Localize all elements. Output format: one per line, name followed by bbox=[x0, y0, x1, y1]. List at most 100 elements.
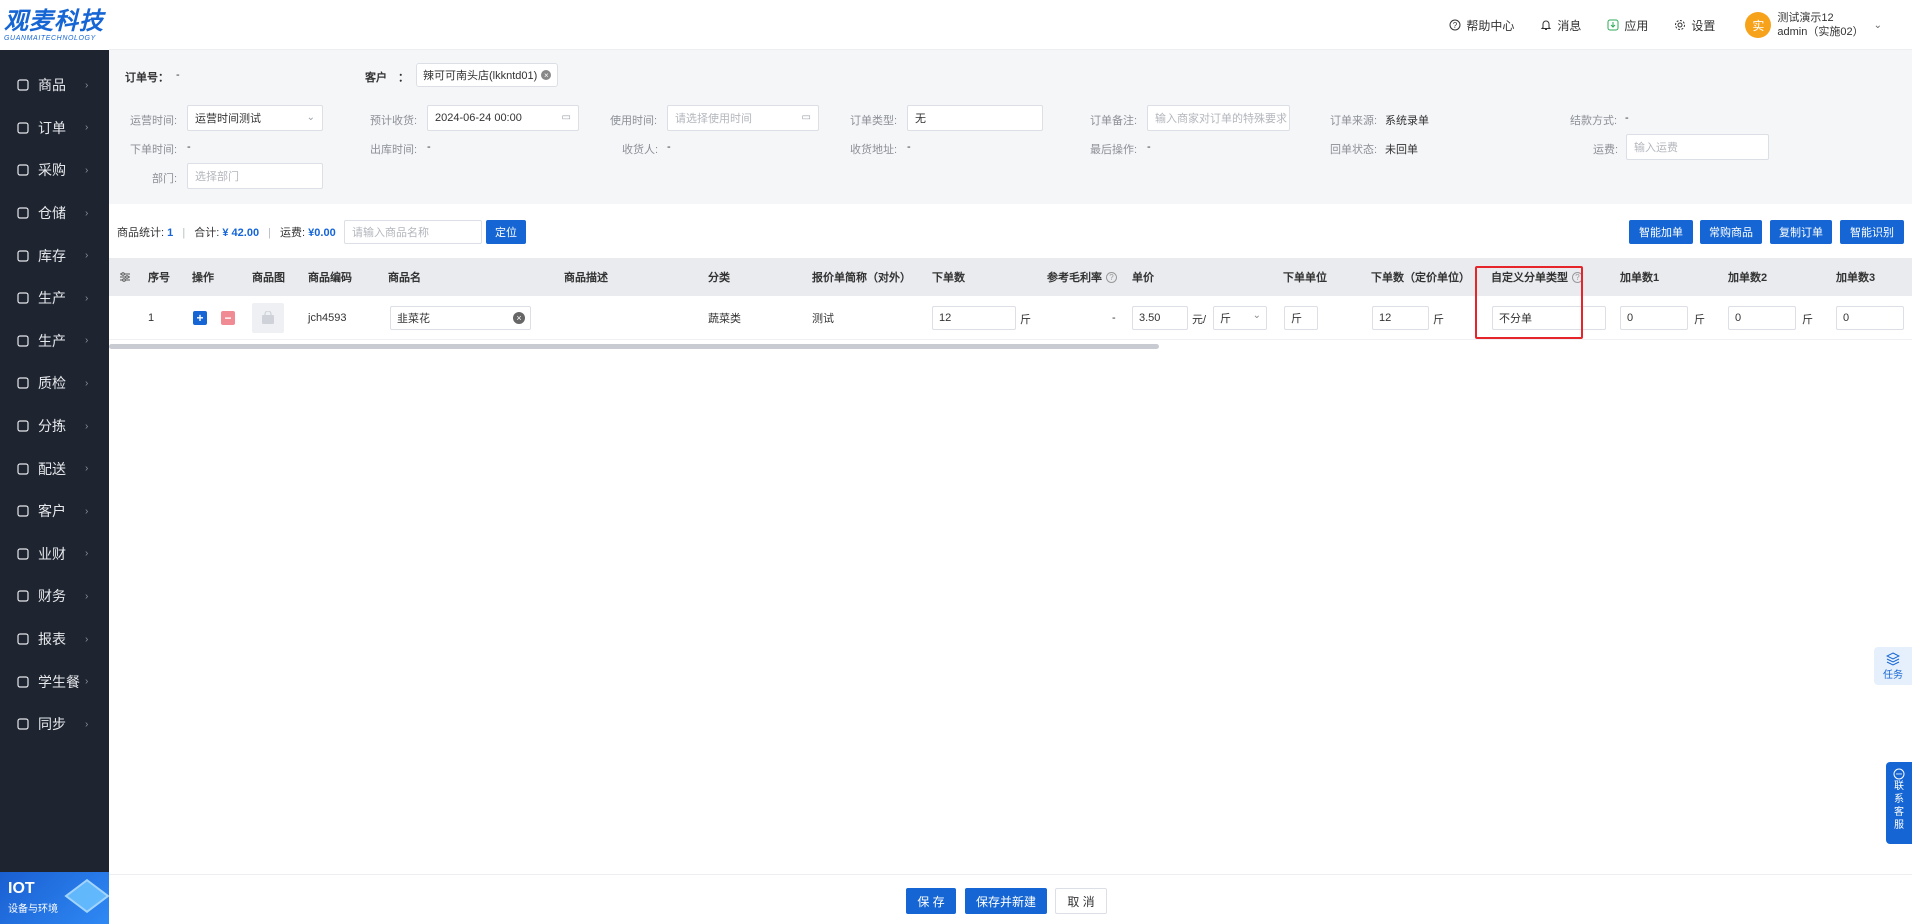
sidebar-item-3[interactable]: 仓储 › bbox=[0, 192, 109, 235]
svg-text:?: ? bbox=[1453, 21, 1458, 30]
sidebar-item-8[interactable]: 分拣 › bbox=[0, 405, 109, 448]
qty-pricing-input[interactable]: 12 bbox=[1372, 306, 1429, 330]
product-name-input[interactable]: 韭菜花 × bbox=[390, 306, 531, 330]
settings-button[interactable]: 设置 bbox=[1674, 17, 1715, 34]
user-name: 测试演示12 bbox=[1777, 12, 1834, 24]
dept-select[interactable]: 选择部门 bbox=[187, 163, 323, 189]
sidebar-item-label: 配送 bbox=[38, 460, 66, 477]
add1-input[interactable]: 0 bbox=[1620, 306, 1688, 330]
brand-logo[interactable]: 观麦科技 GUANMAITECHNOLOGY bbox=[0, 0, 109, 50]
factory-icon bbox=[16, 291, 30, 305]
copy-order-button[interactable]: 复制订单 bbox=[1770, 220, 1832, 244]
add3-input[interactable]: 0 bbox=[1836, 306, 1904, 330]
op-time-label: 运营时间: bbox=[130, 115, 178, 127]
sidebar-item-6[interactable]: 生产 › bbox=[0, 320, 109, 363]
sidebar-item-2[interactable]: 采购 › bbox=[0, 149, 109, 192]
column-settings-icon[interactable] bbox=[119, 258, 131, 296]
chevron-right-icon: › bbox=[85, 633, 89, 645]
sidebar-nav: 商品 › 订单 › 采购 › 仓储 › 库存 › 生产 › 生产 › 质检 › 分拣 › 配送 › 客户 › 业财 › 财务 › 报… bbox=[0, 50, 109, 746]
order-no-label: 订单号： bbox=[125, 72, 169, 84]
th-category: 分类 bbox=[708, 272, 730, 284]
dept-label: 部门: bbox=[152, 173, 178, 185]
th-seq: 序号 bbox=[148, 272, 170, 284]
help-center-button[interactable]: ? 帮助中心 bbox=[1449, 17, 1514, 34]
add-row-button[interactable]: + bbox=[193, 311, 207, 325]
row-seq: 1 bbox=[148, 312, 155, 324]
sidebar-item-0[interactable]: 商品 › bbox=[0, 64, 109, 107]
iot-entry[interactable]: IOT 设备与环境 bbox=[0, 872, 110, 924]
sidebar-item-14[interactable]: 学生餐 › bbox=[0, 660, 109, 703]
sidebar-item-label: 订单 bbox=[38, 119, 66, 136]
factory-icon bbox=[16, 334, 30, 348]
cs-label-4: 服 bbox=[1894, 820, 1904, 831]
sidebar-item-1[interactable]: 订单 › bbox=[0, 107, 109, 150]
sidebar-item-13[interactable]: 报表 › bbox=[0, 618, 109, 661]
task-float-button[interactable]: 任务 bbox=[1874, 647, 1912, 685]
top-header: ? 帮助中心 消息 应用 设置 实 测试演示12 admin（实施02） ⌄ bbox=[109, 0, 1912, 50]
frequent-products-button[interactable]: 常购商品 bbox=[1700, 220, 1762, 244]
th-image: 商品图 bbox=[252, 272, 285, 284]
return-label: 回单状态: bbox=[1330, 144, 1378, 156]
user-menu[interactable]: 实 测试演示12 admin（实施02） ⌄ bbox=[1745, 11, 1882, 39]
avatar: 实 bbox=[1745, 12, 1772, 38]
settle-value: - bbox=[1625, 112, 1629, 124]
chevron-right-icon: › bbox=[85, 377, 89, 389]
th-quote-alias: 报价单简称（对外） bbox=[812, 272, 911, 284]
expected-date-input[interactable]: 2024-06-24 00:00 ▭ bbox=[427, 105, 579, 131]
use-time-input[interactable]: 请选择使用时间 ▭ bbox=[667, 105, 819, 131]
save-button[interactable]: 保 存 bbox=[906, 888, 956, 914]
sidebar-item-7[interactable]: 质检 › bbox=[0, 362, 109, 405]
brand-sub: GUANMAITECHNOLOGY bbox=[4, 34, 96, 42]
outbound-label: 出库时间: bbox=[370, 144, 418, 156]
add2-input[interactable]: 0 bbox=[1728, 306, 1796, 330]
highlight-box bbox=[1475, 266, 1583, 339]
smart-add-button[interactable]: 智能加单 bbox=[1629, 220, 1693, 244]
order-unit-input[interactable]: 斤 bbox=[1284, 306, 1318, 330]
price-unit-select[interactable]: 斤 ⌄ bbox=[1213, 306, 1267, 330]
image-placeholder-icon bbox=[262, 311, 274, 324]
remove-row-button[interactable]: − bbox=[221, 311, 235, 325]
messages-button[interactable]: 消息 bbox=[1540, 17, 1581, 34]
qty-pricing-unit: 斤 bbox=[1433, 314, 1444, 326]
locate-button[interactable]: 定位 bbox=[486, 220, 526, 244]
count-value: 1 bbox=[167, 227, 174, 239]
sidebar-item-11[interactable]: 业财 › bbox=[0, 533, 109, 576]
sidebar-item-label: 质检 bbox=[38, 375, 66, 392]
order-time-label: 下单时间: bbox=[130, 144, 178, 156]
freight-input[interactable]: 输入运费 bbox=[1626, 134, 1769, 160]
remark-input[interactable]: 输入商家对订单的特殊要求 bbox=[1147, 105, 1290, 131]
row-margin: - bbox=[1112, 312, 1116, 324]
chevron-right-icon: › bbox=[85, 420, 89, 432]
smart-recognize-button[interactable]: 智能识别 bbox=[1840, 220, 1904, 244]
customer-tag[interactable]: 辣可可南头店(lkkntd01) × bbox=[416, 63, 559, 87]
price-input[interactable]: 3.50 bbox=[1132, 306, 1188, 330]
row-quote-alias: 测试 bbox=[812, 313, 834, 325]
return-value: 未回单 bbox=[1385, 144, 1418, 156]
sidebar-item-10[interactable]: 客户 › bbox=[0, 490, 109, 533]
question-circle-icon[interactable]: ? bbox=[1106, 271, 1117, 283]
sidebar-item-5[interactable]: 生产 › bbox=[0, 277, 109, 320]
cancel-button[interactable]: 取 消 bbox=[1055, 888, 1107, 914]
clear-icon[interactable]: × bbox=[541, 70, 552, 80]
clear-icon[interactable]: × bbox=[513, 312, 525, 324]
product-name-value: 韭菜花 bbox=[397, 313, 430, 325]
stats-freight-label: 运费: bbox=[280, 227, 306, 239]
settings-label: 设置 bbox=[1691, 18, 1716, 33]
row-code: jch4593 bbox=[308, 312, 347, 324]
op-time-select[interactable]: 运营时间测试 ⌄ bbox=[187, 105, 323, 131]
th-add2: 加单数2 bbox=[1728, 272, 1768, 284]
total-label: 合计: bbox=[194, 227, 220, 239]
sidebar-item-15[interactable]: 同步 › bbox=[0, 703, 109, 746]
receiver-value: - bbox=[667, 141, 671, 153]
contact-service-button[interactable]: 联 系 客 服 bbox=[1886, 762, 1912, 844]
save-and-new-button[interactable]: 保存并新建 bbox=[965, 888, 1047, 914]
sidebar-item-12[interactable]: 财务 › bbox=[0, 575, 109, 618]
sidebar-item-4[interactable]: 库存 › bbox=[0, 234, 109, 277]
horizontal-scrollbar[interactable] bbox=[109, 344, 1159, 349]
order-type-select[interactable]: 无 bbox=[907, 105, 1043, 131]
sidebar-item-9[interactable]: 配送 › bbox=[0, 447, 109, 490]
footer-bar: 保 存 保存并新建 取 消 bbox=[109, 874, 1912, 924]
apps-button[interactable]: 应用 bbox=[1607, 17, 1648, 34]
product-search-input[interactable]: 请输入商品名称 bbox=[344, 220, 482, 244]
qty-input[interactable]: 12 bbox=[932, 306, 1016, 330]
